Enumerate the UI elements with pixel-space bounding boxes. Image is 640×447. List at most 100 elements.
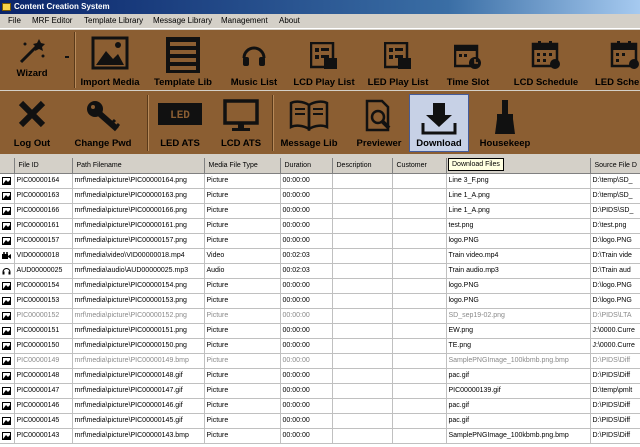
led-play-list-label: LED Play List (367, 77, 429, 88)
table-row[interactable]: PIC00000149 mrf\media\picture\PIC00000149… (0, 353, 640, 369)
cell-file-id: PIC00000150 (14, 338, 73, 354)
table-row[interactable]: VID00000018 mrf\media\video\VID00000018.m… (0, 248, 640, 264)
cell-source-file: D:\test.png (590, 218, 640, 234)
cell-file-id: PIC00000163 (14, 188, 73, 204)
cell-file-id: PIC00000152 (14, 308, 73, 324)
previewer-button[interactable]: Previewer (350, 91, 408, 154)
menu-management[interactable]: Management (221, 16, 268, 26)
cell-filename: logo.PNG (446, 278, 591, 294)
cell-source-file: J:\0000.Curre (590, 338, 640, 354)
table-row[interactable]: AUD00000025 mrf\media\audio\AUD00000025.m… (0, 263, 640, 279)
dropdown-icon[interactable] (65, 56, 69, 58)
cell-duration: 00:00:00 (280, 323, 333, 339)
cell-file-id: PIC00000153 (14, 293, 73, 309)
template-icon (166, 37, 200, 73)
cell-description (332, 323, 393, 339)
table-row[interactable]: PIC00000152 mrf\media\picture\PIC00000152… (0, 308, 640, 324)
cell-source-file: D:\temp\SD_ (590, 173, 640, 189)
cell-customer (392, 323, 447, 339)
playlist-icon (310, 42, 337, 69)
template-lib-button[interactable]: Template Lib (147, 30, 219, 90)
table-row[interactable]: PIC00000145 mrf\media\picture\PIC00000145… (0, 413, 640, 429)
menu-about[interactable]: About (279, 16, 300, 26)
table-row[interactable]: PIC00000153 mrf\media\picture\PIC00000153… (0, 293, 640, 309)
table-row[interactable]: PIC00000157 mrf\media\picture\PIC00000157… (0, 233, 640, 249)
wizard-button[interactable]: Wizard (0, 30, 64, 90)
table-row[interactable]: PIC00000150 mrf\media\picture\PIC00000150… (0, 338, 640, 354)
cell-media-file-type: Picture (204, 383, 281, 399)
cell-path-filename: mrf\media\picture\PIC00000153.png (72, 293, 205, 309)
menu-file[interactable]: File (8, 16, 21, 26)
table-row[interactable]: PIC00000163 mrf\media\picture\PIC00000163… (0, 188, 640, 204)
cell-duration: 00:00:00 (280, 413, 333, 429)
log-out-button[interactable]: Log Out (0, 91, 64, 154)
cell-media-file-type: Picture (204, 428, 281, 444)
cell-customer (392, 383, 447, 399)
cell-path-filename: mrf\media\picture\PIC00000164.png (72, 173, 205, 189)
cell-file-id: PIC00000157 (14, 233, 73, 249)
table-row[interactable]: PIC00000164 mrf\media\picture\PIC00000164… (0, 173, 640, 189)
led-schedule-button[interactable]: LED Sche (592, 30, 640, 90)
table-row[interactable]: PIC00000166 mrf\media\picture\PIC00000166… (0, 203, 640, 219)
table-row[interactable]: PIC00000154 mrf\media\picture\PIC00000154… (0, 278, 640, 294)
cell-path-filename: mrf\media\picture\PIC00000154.png (72, 278, 205, 294)
cell-description (332, 338, 393, 354)
column-header-icon[interactable] (0, 158, 15, 174)
table-row[interactable]: PIC00000161 mrf\media\picture\PIC00000161… (0, 218, 640, 234)
menu-bar: File MRF Editor Template Library Message… (0, 14, 640, 29)
cell-source-file: D:\temp\SD_ (590, 188, 640, 204)
import-media-button[interactable]: Import Media (76, 30, 144, 90)
column-header-duration[interactable]: Duration (280, 158, 333, 174)
table-row[interactable]: PIC00000148 mrf\media\picture\PIC00000148… (0, 368, 640, 384)
cell-path-filename: mrf\media\picture\PIC00000166.png (72, 203, 205, 219)
led-ats-button[interactable]: LED LED ATS (150, 91, 210, 154)
menu-message-library[interactable]: Message Library (153, 16, 212, 26)
table-row[interactable]: PIC00000146 mrf\media\picture\PIC00000146… (0, 398, 640, 414)
cell-customer (392, 353, 447, 369)
cell-customer (392, 278, 447, 294)
time-slot-button[interactable]: Time Slot (436, 30, 500, 90)
column-header-path-filename[interactable]: Path Filename (72, 158, 205, 174)
led-play-list-button[interactable]: LED Play List (362, 30, 434, 90)
row-picture-icon (0, 398, 15, 414)
table-row[interactable]: PIC00000143 mrf\media\picture\PIC00000143… (0, 428, 640, 444)
menu-mrf-editor[interactable]: MRF Editor (32, 16, 72, 26)
cell-description (332, 218, 393, 234)
cell-customer (392, 293, 447, 309)
cell-media-file-type: Picture (204, 173, 281, 189)
column-header-source-file[interactable]: Source File D (590, 158, 640, 174)
cell-file-id: PIC00000149 (14, 353, 73, 369)
menu-template-library[interactable]: Template Library (84, 16, 143, 26)
column-header-description[interactable]: Description (332, 158, 393, 174)
cell-filename: test.png (446, 218, 591, 234)
cell-path-filename: mrf\media\picture\PIC00000151.png (72, 323, 205, 339)
housekeep-button[interactable]: Housekeep (470, 91, 540, 154)
cell-path-filename: mrf\media\picture\PIC00000149.bmp (72, 353, 205, 369)
column-header-file-id[interactable]: File ID (14, 158, 73, 174)
lcd-play-list-button[interactable]: LCD Play List (288, 30, 360, 90)
table-row[interactable]: PIC00000147 mrf\media\picture\PIC00000147… (0, 383, 640, 399)
table-row[interactable]: PIC00000151 mrf\media\picture\PIC00000151… (0, 323, 640, 339)
cell-path-filename: mrf\media\video\VID00000018.mp4 (72, 248, 205, 264)
lcd-schedule-button[interactable]: LCD Schedule (506, 30, 586, 90)
lcd-ats-button[interactable]: LCD ATS (212, 91, 270, 154)
lcd-ats-label: LCD ATS (220, 138, 262, 149)
playlist-icon (384, 42, 411, 69)
music-list-button[interactable]: Music List (223, 30, 285, 90)
brush-icon (495, 100, 515, 134)
column-header-customer[interactable]: Customer (392, 158, 447, 174)
change-pwd-button[interactable]: Change Pwd (66, 91, 140, 154)
time-slot-label: Time Slot (446, 77, 490, 88)
cell-file-id: PIC00000164 (14, 173, 73, 189)
download-button[interactable]: Download (409, 94, 469, 152)
cell-media-file-type: Picture (204, 278, 281, 294)
column-header-media-file-type[interactable]: Media File Type (204, 158, 281, 174)
led-icon: LED (158, 103, 202, 125)
cell-source-file: D:\PIDS\Diff (590, 398, 640, 414)
message-lib-button[interactable]: Message Lib (275, 91, 343, 154)
cell-filename: pac.gif (446, 368, 591, 384)
image-icon (91, 36, 129, 70)
row-picture-icon (0, 173, 15, 189)
cell-path-filename: mrf\media\picture\PIC00000148.gif (72, 368, 205, 384)
cell-description (332, 173, 393, 189)
